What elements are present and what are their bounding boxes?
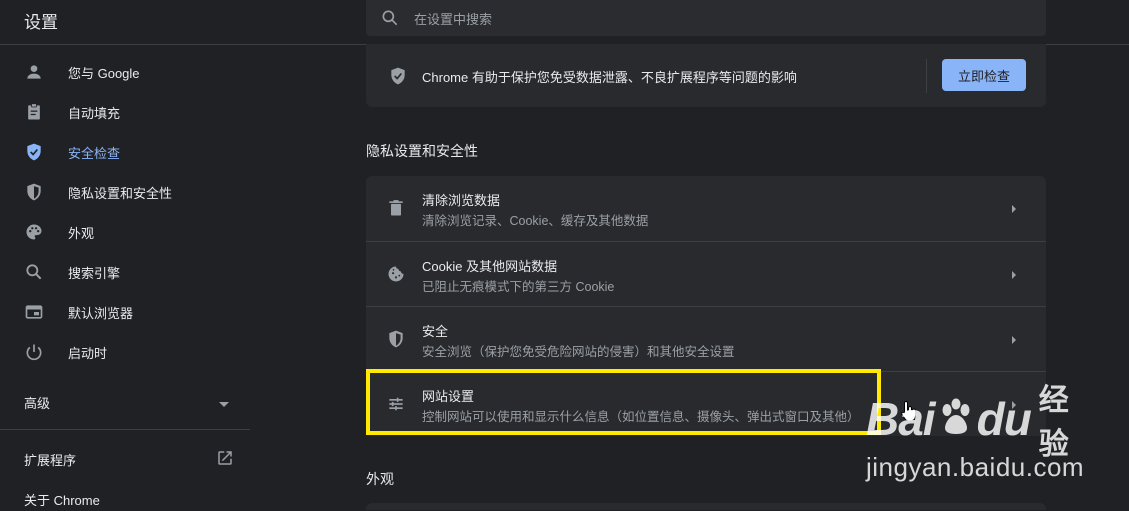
chevron-right-icon (1010, 202, 1018, 220)
row-title: 安全 (422, 324, 449, 339)
watermark-url: jingyan.baidu.com (866, 452, 1085, 482)
palette-icon (24, 222, 44, 242)
sidebar-item-extensions[interactable]: 扩展程序 (0, 438, 250, 478)
shield-half-icon (24, 182, 44, 202)
row-subtitle: 清除浏览记录、Cookie、缓存及其他数据 (422, 214, 649, 228)
search-icon (380, 8, 400, 33)
search-input[interactable] (412, 0, 1016, 38)
browser-icon (24, 302, 44, 322)
row-title: 清除浏览数据 (422, 193, 501, 208)
sidebar-divider (0, 429, 250, 430)
chevron-right-icon (1010, 333, 1018, 351)
shield-check-icon (388, 66, 408, 91)
sidebar-item-label: 关于 Chrome (24, 493, 100, 508)
row-cookies[interactable]: Cookie 及其他网站数据 已阻止无痕模式下的第三方 Cookie (366, 241, 1046, 307)
sidebar-item-search-engine[interactable]: 搜索引擎 (0, 252, 250, 292)
sidebar-item-label: 安全检查 (68, 146, 121, 161)
search-icon (24, 262, 44, 282)
sidebar-item-safety-check[interactable]: 安全检查 (0, 132, 250, 172)
sidebar-item-label: 默认浏览器 (68, 306, 134, 321)
row-subtitle: 控制网站可以使用和显示什么信息（如位置信息、摄像头、弹出式窗口及其他） (422, 410, 860, 424)
sidebar-advanced[interactable]: 高级 (0, 380, 250, 420)
hand-cursor-icon (900, 400, 918, 427)
row-subtitle: 已阻止无痕模式下的第三方 Cookie (422, 280, 615, 294)
sidebar-item-label: 搜索引擎 (68, 266, 121, 281)
sidebar-item-label: 启动时 (68, 346, 108, 361)
sidebar-advanced-label: 高级 (24, 396, 51, 411)
row-subtitle: 安全浏览（保护您免受危险网站的侵害）和其他安全设置 (422, 345, 735, 359)
sidebar-item-appearance[interactable]: 外观 (0, 212, 250, 252)
cookie-icon (386, 264, 406, 284)
top-bar: 设置 (0, 0, 1129, 45)
sidebar-item-label: 您与 Google (68, 66, 140, 81)
sidebar-item-privacy[interactable]: 隐私设置和安全性 (0, 172, 250, 212)
sidebar: 您与 Google 自动填充 安全检查 隐私设置和安全性 外观 搜索引擎 默认浏… (0, 45, 250, 510)
power-icon (24, 342, 44, 362)
search-box[interactable] (366, 0, 1046, 38)
safety-check-card: Chrome 有助于保护您免受数据泄露、不良扩展程序等问题的影响 立即检查 (366, 44, 1046, 107)
section-title-appearance: 外观 (366, 471, 394, 487)
person-icon (24, 62, 44, 82)
row-title: 网站设置 (422, 389, 475, 404)
trash-icon (386, 198, 406, 218)
row-site-settings[interactable]: 网站设置 控制网站可以使用和显示什么信息（如位置信息、摄像头、弹出式窗口及其他） (366, 371, 1046, 437)
row-title: Cookie 及其他网站数据 (422, 259, 558, 274)
sidebar-item-autofill[interactable]: 自动填充 (0, 92, 250, 132)
chevron-right-icon (1010, 398, 1018, 416)
clipboard-icon (24, 102, 44, 122)
row-security[interactable]: 安全 安全浏览（保护您免受危险网站的侵害）和其他安全设置 (366, 306, 1046, 372)
section-title-privacy: 隐私设置和安全性 (366, 143, 478, 159)
privacy-card: 清除浏览数据 清除浏览记录、Cookie、缓存及其他数据 Cookie 及其他网… (366, 176, 1046, 436)
sidebar-item-label: 自动填充 (68, 106, 121, 121)
tune-icon (386, 394, 406, 414)
divider (926, 59, 927, 93)
shield-check-icon (24, 142, 44, 162)
sidebar-item-label: 外观 (68, 226, 95, 241)
page-title: 设置 (24, 13, 58, 32)
caret-down-icon (218, 396, 230, 414)
check-now-button[interactable]: 立即检查 (942, 59, 1026, 91)
row-clear-browsing-data[interactable]: 清除浏览数据 清除浏览记录、Cookie、缓存及其他数据 (366, 176, 1046, 241)
sidebar-item-default-browser[interactable]: 默认浏览器 (0, 292, 250, 332)
open-in-new-icon (216, 449, 234, 472)
appearance-card (366, 503, 1046, 510)
shield-half-icon (386, 329, 406, 349)
sidebar-item-you-and-google[interactable]: 您与 Google (0, 52, 250, 92)
sidebar-item-label: 隐私设置和安全性 (68, 186, 173, 201)
sidebar-item-label: 扩展程序 (24, 453, 77, 468)
sidebar-item-on-startup[interactable]: 启动时 (0, 332, 250, 372)
safety-check-text: Chrome 有助于保护您免受数据泄露、不良扩展程序等问题的影响 (422, 70, 797, 85)
sidebar-item-about-chrome[interactable]: 关于 Chrome (0, 485, 250, 511)
chevron-right-icon (1010, 268, 1018, 286)
